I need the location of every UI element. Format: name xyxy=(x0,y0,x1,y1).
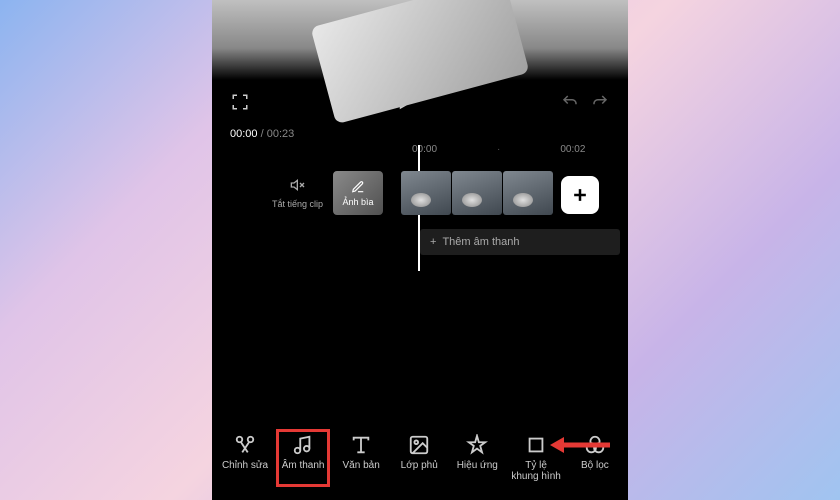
tool-ratio[interactable]: Tỷ lệ khung hình xyxy=(509,430,563,486)
add-clip-button[interactable] xyxy=(561,176,599,214)
tool-label: Âm thanh xyxy=(282,460,325,471)
clip-thumbnail[interactable] xyxy=(503,171,553,215)
clip-track[interactable] xyxy=(401,171,553,215)
plus-icon: + xyxy=(430,236,436,248)
cover-label: Ảnh bìa xyxy=(343,197,374,207)
video-editor-app: 00:00 / 00:23 00:00 · 00:02 · 00 Tắt tiế… xyxy=(212,0,628,500)
tool-label: Bộ lọc xyxy=(581,460,609,471)
timeline[interactable]: Tắt tiếng clip Ảnh bìa xyxy=(212,165,628,221)
tool-text[interactable]: Văn bản xyxy=(335,430,387,486)
mute-clip-button[interactable]: Tắt tiếng clip xyxy=(272,177,323,209)
total-time: 00:23 xyxy=(267,128,295,140)
tool-label: Chỉnh sửa xyxy=(222,460,268,471)
add-audio-label: Thêm âm thanh xyxy=(442,236,519,248)
tool-edit[interactable]: Chỉnh sửa xyxy=(219,430,271,486)
timeline-ruler: 00:00 · 00:02 · 00 xyxy=(212,144,628,165)
timecode: 00:00 / 00:23 xyxy=(212,124,628,144)
undo-button[interactable] xyxy=(560,92,580,112)
cover-thumbnail[interactable]: Ảnh bìa xyxy=(333,171,383,215)
tool-label: Hiệu ứng xyxy=(457,460,498,471)
tool-label: Tỷ lệ khung hình xyxy=(511,460,561,482)
tool-effects[interactable]: Hiệu ứng xyxy=(451,430,503,486)
bottom-toolbar: Chỉnh sửa Âm thanh Văn bản Lớp phủ Hiệu … xyxy=(212,422,628,500)
current-time: 00:00 xyxy=(230,128,258,140)
fullscreen-icon[interactable] xyxy=(230,92,250,112)
redo-button[interactable] xyxy=(590,92,610,112)
tool-label: Lớp phủ xyxy=(401,460,438,471)
add-audio-button[interactable]: + Thêm âm thanh xyxy=(420,229,620,255)
clip-thumbnail[interactable] xyxy=(452,171,502,215)
clip-thumbnail[interactable] xyxy=(401,171,451,215)
tool-overlay[interactable]: Lớp phủ xyxy=(393,430,445,486)
tool-label: Văn bản xyxy=(343,460,380,471)
tool-audio[interactable]: Âm thanh xyxy=(277,430,329,486)
video-preview[interactable] xyxy=(212,0,628,80)
mute-clip-label: Tắt tiếng clip xyxy=(272,199,323,209)
tool-filter[interactable]: Bộ lọc xyxy=(569,430,621,486)
